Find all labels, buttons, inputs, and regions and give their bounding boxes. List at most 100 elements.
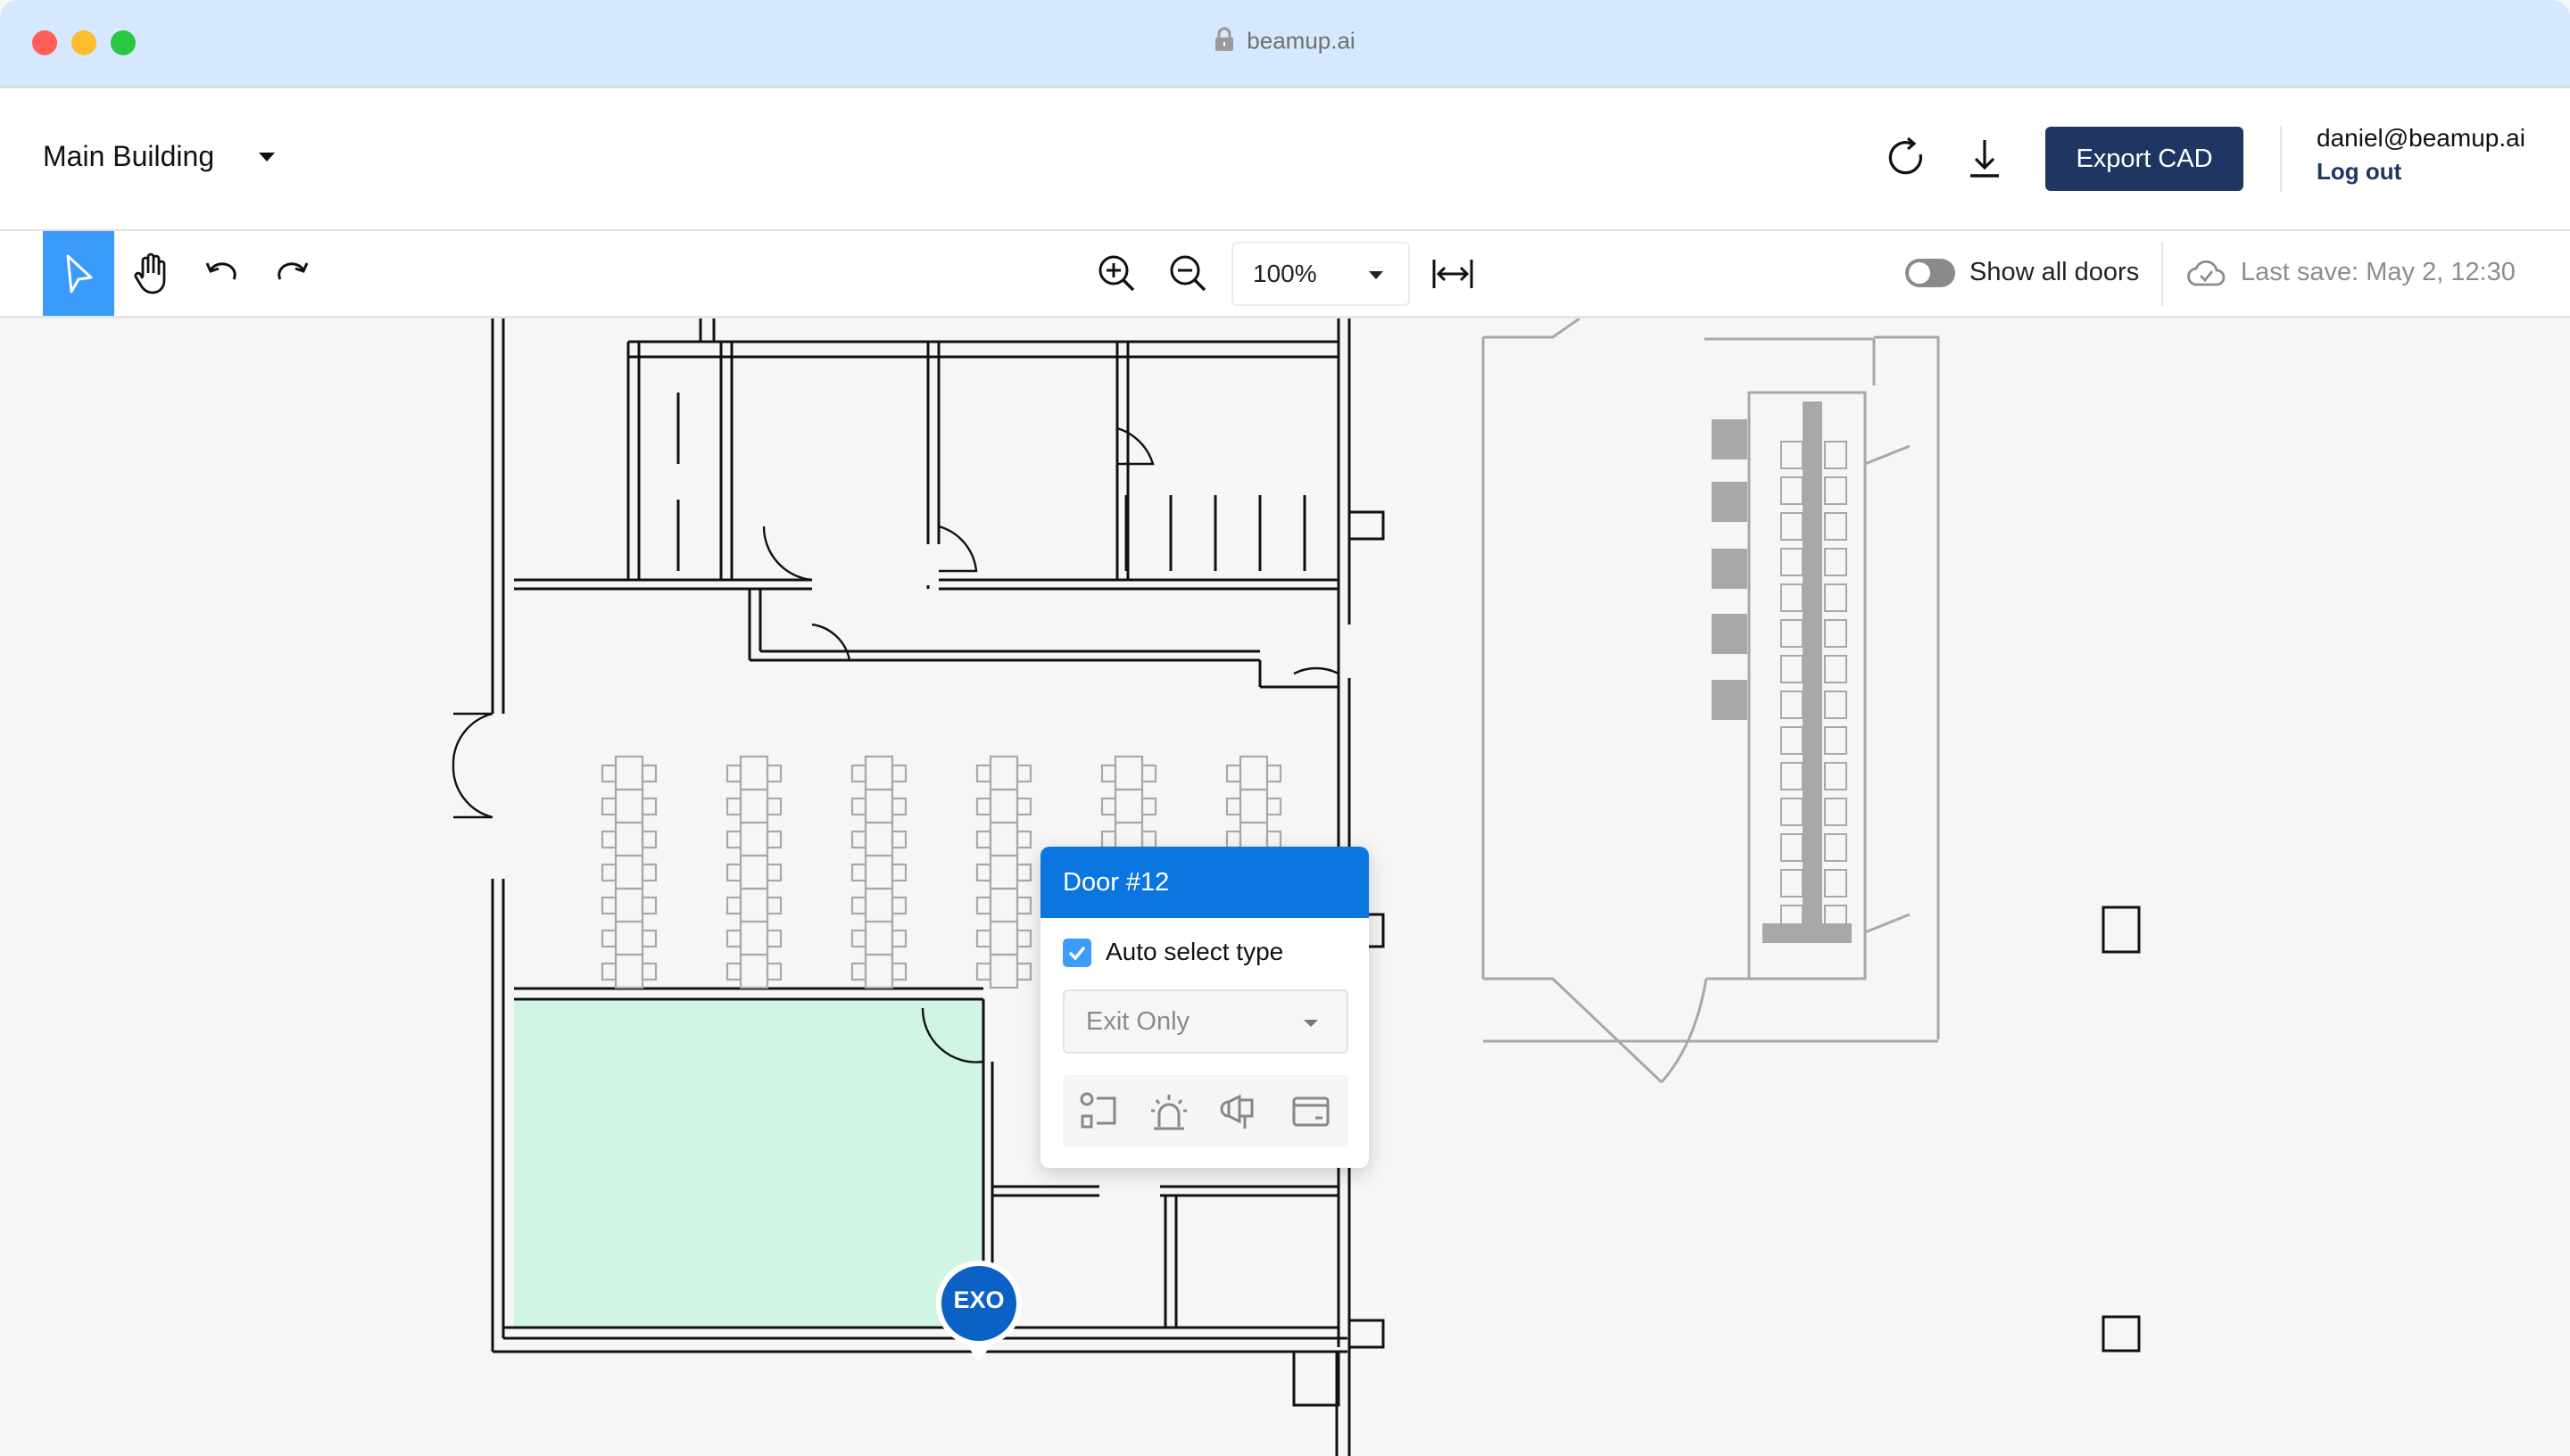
show-all-doors-toggle[interactable] — [1905, 259, 1955, 287]
chair — [1016, 863, 1032, 882]
desk — [864, 887, 894, 923]
editor-toolbar: 100% Show all doors Last save: May 2, 12… — [0, 231, 2570, 318]
desk — [739, 821, 769, 857]
undo-icon — [205, 261, 236, 280]
rack-cell — [1824, 655, 1847, 683]
chair — [1265, 797, 1282, 816]
zoom-out-icon — [1170, 255, 1206, 291]
chair — [601, 764, 618, 783]
show-all-doors-label: Show all doors — [1969, 258, 2140, 286]
chair — [641, 962, 658, 981]
desk — [739, 953, 769, 989]
desk — [989, 920, 1019, 956]
chair — [766, 962, 783, 981]
zoom-out-button[interactable] — [1153, 231, 1224, 316]
chair — [850, 797, 867, 816]
rack-cell — [1824, 583, 1847, 612]
chair — [641, 830, 658, 849]
door-type-select[interactable]: Exit Only — [1063, 989, 1348, 1054]
rack-cell — [1824, 833, 1847, 862]
chair — [1225, 797, 1242, 816]
rack-cell — [1824, 726, 1847, 755]
door-pin-label: EXO — [953, 1286, 1005, 1313]
desk — [614, 920, 644, 956]
zoom-level-select[interactable]: 100% — [1231, 242, 1410, 306]
fit-width-button[interactable] — [1417, 231, 1488, 316]
chair — [975, 896, 992, 915]
card-reader-icon[interactable] — [1079, 1091, 1120, 1132]
rack-cell — [1780, 619, 1803, 648]
access-card-icon[interactable] — [1290, 1091, 1331, 1132]
hand-icon — [134, 252, 166, 294]
rack-cell — [1780, 583, 1803, 612]
desk — [989, 953, 1019, 989]
desk — [739, 755, 769, 791]
desk — [989, 755, 1019, 791]
chair — [1100, 764, 1117, 783]
desk — [739, 920, 769, 956]
chair — [975, 863, 992, 882]
export-cad-button[interactable]: Export CAD — [2045, 127, 2243, 191]
rack-cell — [1824, 798, 1847, 826]
chair — [891, 896, 908, 915]
alarm-siren-icon[interactable] — [1148, 1091, 1190, 1132]
app-header: Main Building Export CAD daniel@beamup.a… — [0, 88, 2570, 231]
door-popup: Door #12 Auto select type Exit Only — [1040, 847, 1369, 1168]
chair — [1140, 797, 1157, 816]
chair — [641, 896, 658, 915]
download-icon[interactable] — [1963, 135, 2006, 181]
rack-cell — [1780, 798, 1803, 826]
rack-cell — [1780, 762, 1803, 790]
desk — [614, 755, 644, 791]
toggle-knob — [1909, 262, 1930, 284]
refresh-icon[interactable] — [1885, 135, 1928, 181]
zoom-level-value: 100% — [1253, 260, 1317, 287]
rack-cell — [1824, 619, 1847, 648]
chair — [1265, 764, 1282, 783]
auto-select-type-checkbox[interactable] — [1063, 939, 1091, 967]
chevron-down-icon[interactable] — [259, 153, 275, 161]
desk — [614, 887, 644, 923]
address-bar[interactable]: beamup.ai — [0, 27, 2570, 58]
chair — [1100, 797, 1117, 816]
chair — [1225, 830, 1242, 849]
redo-button[interactable] — [257, 231, 328, 316]
door-device-icons — [1063, 1075, 1348, 1146]
chair — [725, 797, 742, 816]
zoom-in-icon — [1098, 255, 1135, 291]
desk — [864, 755, 894, 791]
desk — [989, 854, 1019, 890]
rack-cell — [1780, 691, 1803, 719]
rack-cell — [1824, 441, 1847, 469]
desk — [1239, 788, 1269, 824]
pan-tool-button[interactable] — [114, 231, 186, 316]
chair — [766, 929, 783, 948]
header-divider — [2280, 126, 2282, 192]
building-selector[interactable]: Main Building — [43, 140, 214, 173]
chair — [850, 863, 867, 882]
chair — [850, 830, 867, 849]
undo-button[interactable] — [186, 231, 257, 316]
logout-link[interactable]: Log out — [2317, 158, 2401, 186]
chair — [975, 797, 992, 816]
chair — [1225, 764, 1242, 783]
desk — [864, 788, 894, 824]
rack-cell — [1780, 869, 1803, 898]
chair — [891, 962, 908, 981]
horn-speaker-icon[interactable] — [1220, 1091, 1261, 1132]
door-pin-exo[interactable]: EXO — [933, 1257, 1025, 1364]
chair — [766, 863, 783, 882]
rack-cell — [1824, 476, 1847, 505]
chair — [725, 764, 742, 783]
redo-icon — [278, 261, 309, 280]
chair — [725, 830, 742, 849]
rack-cell — [1780, 441, 1803, 469]
select-tool-button[interactable] — [43, 231, 114, 316]
chair — [766, 797, 783, 816]
desk — [864, 821, 894, 857]
chair — [975, 962, 992, 981]
browser-titlebar: beamup.ai — [0, 0, 2570, 88]
zoom-in-button[interactable] — [1082, 231, 1153, 316]
desk — [864, 920, 894, 956]
floor-plan-canvas[interactable]: EXO Door #12 Auto select type Exit Only — [0, 318, 2570, 1456]
